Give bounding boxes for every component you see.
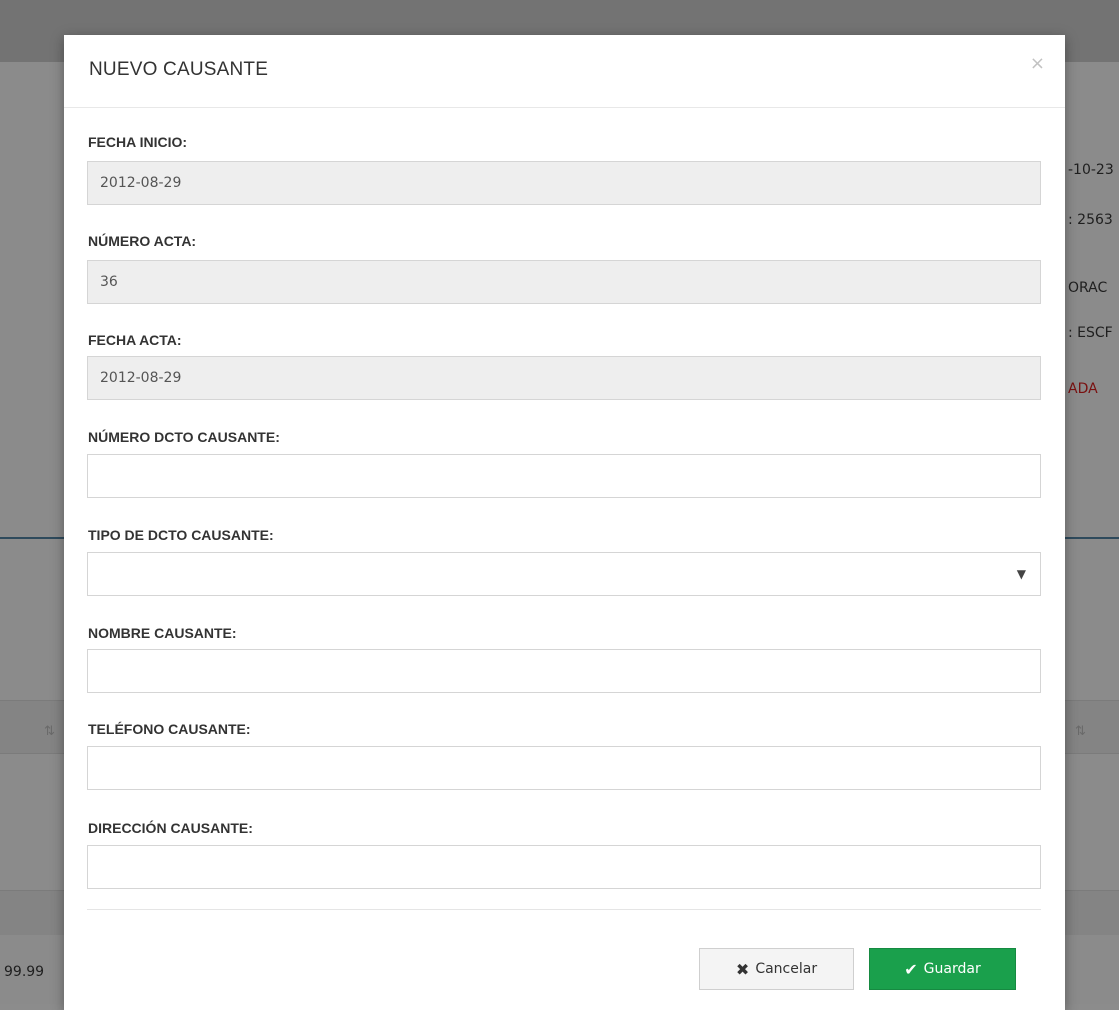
fecha-inicio-field[interactable]: [87, 161, 1041, 205]
save-button[interactable]: ✔ Guardar: [869, 948, 1016, 990]
background-text-4: : ESCF: [1068, 325, 1113, 341]
telefono-causante-field[interactable]: [87, 746, 1041, 790]
cancel-button[interactable]: ✖ Cancelar: [699, 948, 854, 990]
background-text-1: -10-23: [1068, 162, 1114, 178]
save-button-label: Guardar: [923, 961, 981, 977]
background-status-text: ADA: [1068, 381, 1098, 397]
modal-footer-divider: [87, 909, 1041, 910]
check-icon: ✔: [904, 959, 918, 979]
numero-acta-label: NÚMERO ACTA:: [88, 233, 197, 249]
background-text-3: ORAC: [1068, 280, 1108, 296]
close-icon[interactable]: ×: [1030, 53, 1045, 74]
numero-dcto-causante-field[interactable]: [87, 454, 1041, 498]
new-causante-modal: NUEVO CAUSANTE × FECHA INICIO: NÚMERO AC…: [64, 35, 1065, 1010]
nombre-causante-label: NOMBRE CAUSANTE:: [88, 625, 237, 641]
close-icon: ✖: [735, 959, 750, 979]
modal-title: NUEVO CAUSANTE: [89, 59, 269, 80]
fecha-inicio-label: FECHA INICIO:: [88, 134, 188, 150]
sort-icon: ⇅: [1075, 724, 1086, 739]
numero-dcto-causante-label: NÚMERO DCTO CAUSANTE:: [88, 429, 280, 445]
fecha-acta-field[interactable]: [87, 356, 1041, 400]
direccion-causante-label: DIRECCIÓN CAUSANTE:: [88, 820, 253, 836]
tipo-dcto-causante-label: TIPO DE DCTO CAUSANTE:: [88, 527, 274, 543]
telefono-causante-label: TELÉFONO CAUSANTE:: [88, 721, 251, 737]
fecha-acta-label: FECHA ACTA:: [88, 332, 182, 348]
background-text-2: : 2563: [1068, 212, 1113, 228]
modal-header: NUEVO CAUSANTE ×: [64, 35, 1065, 108]
tipo-dcto-causante-select[interactable]: ▼: [87, 552, 1041, 596]
cancel-button-label: Cancelar: [755, 961, 818, 977]
background-amount-text: 99.99: [4, 964, 45, 980]
nombre-causante-field[interactable]: [87, 649, 1041, 693]
numero-acta-field[interactable]: [87, 260, 1041, 304]
sort-icon: ⇅: [44, 724, 55, 739]
direccion-causante-field[interactable]: [87, 845, 1041, 889]
caret-down-icon: ▼: [1016, 567, 1026, 581]
